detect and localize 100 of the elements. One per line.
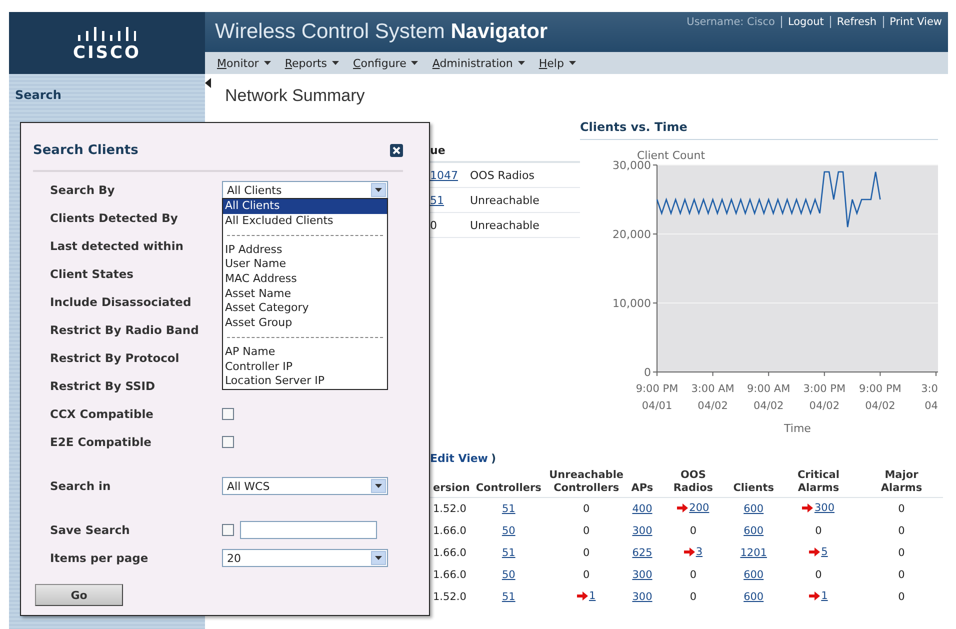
table-link[interactable]: 600 [744,525,764,537]
table-link[interactable]: 50 [502,569,516,581]
table-cell: 1.52.0 [433,503,466,515]
dropdown-option[interactable]: IP Address [223,242,387,258]
dropdown-option[interactable]: MAC Address [223,272,387,287]
table-cell: 0 [430,218,437,232]
table-link[interactable]: 625 [632,547,652,559]
table-link[interactable]: 3 [684,546,703,558]
tick-label: 10,000 [612,297,651,310]
caret-icon [568,61,576,65]
field-label: Restrict By SSID [50,379,156,393]
table-link[interactable]: 600 [744,569,764,581]
tick-label: 9:00 PM 04/01 [636,383,678,412]
field-label: Items per page [50,551,150,565]
column-header: Clients [733,482,774,495]
table-link[interactable]: 1 [809,590,828,602]
checkbox[interactable] [222,436,234,448]
arrow-icon [684,547,695,557]
field-label: Search By [50,183,116,197]
dropdown-option[interactable]: Asset Category [223,301,387,316]
column-header: ersion [433,482,470,495]
table-cell: 0 [898,591,905,603]
tick-label: 9:00 AM 04/02 [747,383,790,412]
table-link[interactable]: 51 [502,547,516,559]
field-label: CCX Compatible [50,407,154,421]
checkbox[interactable] [222,524,234,536]
chart-title: Clients vs. Time [580,120,938,140]
caret-icon [375,484,382,488]
column-header: OOS Radios [672,469,714,495]
checkbox[interactable] [222,408,234,420]
table-link[interactable]: 51 [430,194,444,206]
edit-view-link[interactable]: Edit View [430,452,488,465]
table-link[interactable]: 5 [809,546,828,558]
logo-text: CISCO [73,43,141,63]
tick-label: 30,000 [612,159,651,172]
field-label: Last detected within [50,239,184,253]
arrow-icon [802,503,814,513]
tick-label: 9:00 PM 04/02 [859,383,902,412]
axis-title: Time [784,422,811,435]
table-cell: Unreachable [470,194,540,206]
table-cell: 0 [690,591,697,603]
table-link[interactable]: 400 [632,503,652,515]
tick-label: 3:00 PM 04/02 [803,383,846,412]
menu-item[interactable]: Help [538,56,576,70]
dropdown-option[interactable]: All Clients [223,199,387,214]
dropdown-option[interactable]: Controller IP [223,360,387,374]
close-icon[interactable] [390,144,403,157]
table-cell: 0 [583,547,590,559]
table-link[interactable]: 300 [802,502,834,514]
menu-item[interactable]: Configure [353,56,418,70]
header-link[interactable]: Logout [780,16,830,28]
table-cell: 0 [583,569,590,581]
header-link[interactable]: Print View [882,16,948,28]
dropdown-option[interactable]: Location Server IP [223,374,387,389]
header-link[interactable]: Refresh [830,16,883,28]
table-link[interactable]: 300 [632,569,652,581]
page-title: Network Summary [225,86,366,106]
field-label: Save Search [50,523,131,537]
go-button[interactable]: Go [35,584,123,606]
table-link[interactable]: 300 [632,591,652,603]
bracket-text: ) [490,452,496,465]
table-link[interactable]: 600 [744,591,764,603]
table-cell: 0 [898,569,905,581]
table-cell: 1.52.0 [433,591,466,603]
table-link[interactable]: 51 [502,503,516,515]
table-link[interactable]: 300 [632,525,652,537]
arrow-icon [809,591,820,601]
table-link[interactable]: 1201 [740,547,767,559]
menu-item[interactable]: Administration [432,56,525,70]
table-link[interactable]: 600 [744,503,764,515]
caret-icon [518,61,525,65]
table-link[interactable]: 1 [577,590,596,602]
field-label: Restrict By Radio Band [50,323,200,337]
table-link[interactable]: 51 [502,591,516,603]
column-header: APs [631,482,654,495]
tick-label: 20,000 [612,228,651,241]
table-link[interactable]: 50 [502,525,516,537]
table-cell: 0 [898,503,905,515]
menu-item[interactable]: Monitor [217,56,271,70]
table-cell: 0 [815,525,822,537]
table-cell: 0 [898,525,905,537]
dropdown-option[interactable]: User Name [223,257,387,272]
field-label: E2E Compatible [50,435,152,449]
select-field[interactable]: 20 [222,549,388,567]
input-field[interactable] [240,521,377,539]
select-field[interactable]: All WCS [222,477,388,495]
menu-item[interactable]: Reports [284,56,340,70]
table-link[interactable]: 200 [677,502,710,514]
dropdown-option[interactable]: Asset Group [223,316,387,330]
dropdown-option[interactable]: Asset Name [223,286,387,302]
dropdown-option[interactable]: All Excluded Clients [223,214,387,228]
table-link[interactable]: 1047 [430,168,458,182]
arrow-icon [577,591,588,601]
caret-icon [411,61,418,65]
tick-label: 0 [644,366,651,379]
table-cell: 0 [583,503,590,515]
table-cell: Unreachable [470,218,540,232]
column-header: Unreachable Controllers [548,469,625,495]
table-cell: 1.66.0 [433,547,466,559]
dropdown-option[interactable]: AP Name [223,344,387,360]
